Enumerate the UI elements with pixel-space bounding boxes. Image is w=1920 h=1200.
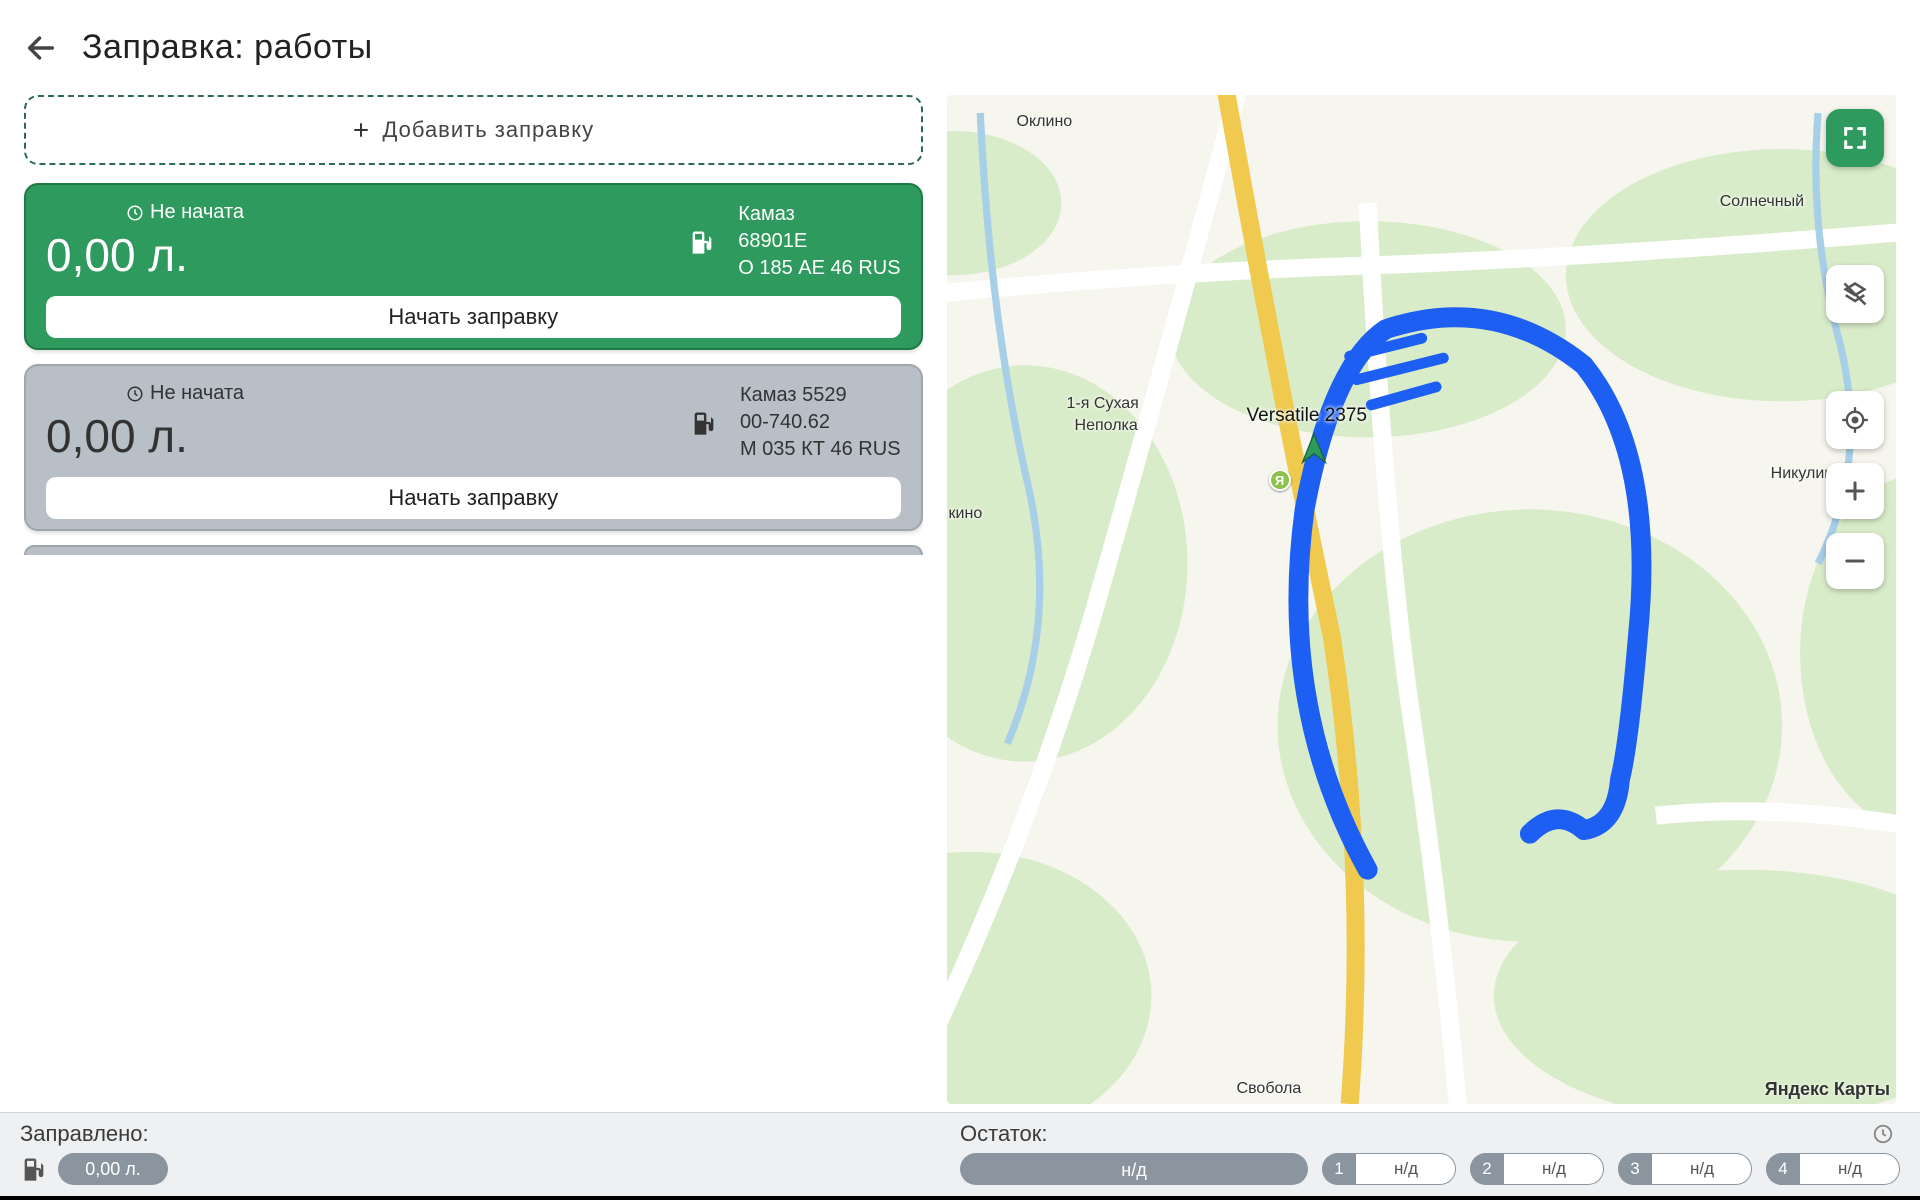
map-place-label: кино xyxy=(949,505,983,523)
clock-icon[interactable] xyxy=(1872,1123,1894,1145)
cards-list: Не начата 0,00 л. Камаз 68901E О 185 АЕ … xyxy=(24,183,923,555)
card-status-text: Не начата xyxy=(150,201,244,224)
footer-left-label: Заправлено: xyxy=(20,1121,960,1147)
map-place-label: Оклино xyxy=(1017,113,1073,131)
card-peek xyxy=(24,545,923,555)
tank-chip-num: 1 xyxy=(1322,1153,1356,1185)
vehicle-info: Камаз 68901E О 185 АЕ 46 RUS xyxy=(738,201,900,282)
clock-icon xyxy=(126,204,144,222)
vehicle-arrow-icon xyxy=(1297,431,1331,465)
route-toggle-button[interactable] xyxy=(1826,265,1884,323)
plus-icon xyxy=(352,121,370,139)
vehicle-line: 00-740.62 xyxy=(740,409,901,436)
card-volume: 0,00 л. xyxy=(46,228,244,282)
footer-right-label: Остаток: xyxy=(960,1121,1048,1147)
main: Добавить заправку Не начата 0,00 л. xyxy=(0,85,1920,1112)
start-fueling-label: Начать заправку xyxy=(388,485,558,511)
route-off-icon xyxy=(1841,280,1869,308)
map-place-label: 1-я Сухая xyxy=(1067,395,1139,413)
locate-button[interactable] xyxy=(1826,391,1884,449)
card-status: Не начата xyxy=(126,382,244,405)
fueling-card[interactable]: Не начата 0,00 л. Камаз 68901E О 185 АЕ … xyxy=(24,183,923,350)
remainder-pill: н/д xyxy=(960,1153,1308,1185)
fuel-pump-icon xyxy=(20,1155,48,1183)
add-fueling-button[interactable]: Добавить заправку xyxy=(24,95,923,165)
map-attribution: Яндекс Карты xyxy=(1765,1079,1890,1100)
vehicle-line: Камаз xyxy=(738,201,900,228)
zoom-in-button[interactable] xyxy=(1826,463,1884,519)
tank-chip: 2 н/д xyxy=(1470,1153,1604,1185)
fuel-total-pill: 0,00 л. xyxy=(58,1153,168,1185)
tank-chip: 4 н/д xyxy=(1766,1153,1900,1185)
start-fueling-button[interactable]: Начать заправку xyxy=(46,296,901,338)
header: Заправка: работы xyxy=(0,0,1920,85)
tank-chip: 1 н/д xyxy=(1322,1153,1456,1185)
vehicle-line: Камаз 5529 xyxy=(740,382,901,409)
minus-icon xyxy=(1841,547,1869,575)
map-place-label: Солнечный xyxy=(1720,193,1804,211)
tank-chip: 3 н/д xyxy=(1618,1153,1752,1185)
card-status-text: Не начата xyxy=(150,382,244,405)
start-fueling-label: Начать заправку xyxy=(388,304,558,330)
vehicle-line: О 185 АЕ 46 RUS xyxy=(738,255,900,282)
yandex-badge-icon: Я xyxy=(1269,469,1291,491)
zoom-out-button[interactable] xyxy=(1826,533,1884,589)
fueling-card[interactable]: Не начата 0,00 л. Камаз 5529 00-740.62 М… xyxy=(24,364,923,531)
vehicle-marker-label: Versatile 2375 xyxy=(1247,405,1367,427)
fuel-pump-icon xyxy=(690,409,718,437)
map-place-label: Неполка xyxy=(1075,417,1138,435)
card-status: Не начата xyxy=(126,201,244,224)
plus-icon xyxy=(1841,477,1869,505)
add-fueling-label: Добавить заправку xyxy=(382,117,594,143)
left-column: Добавить заправку Не начата 0,00 л. xyxy=(24,95,923,1104)
tank-chip-num: 3 xyxy=(1618,1153,1652,1185)
crosshair-icon xyxy=(1841,406,1869,434)
vehicle-info: Камаз 5529 00-740.62 М 035 КТ 46 RUS xyxy=(740,382,901,463)
tank-chip-val: н/д xyxy=(1504,1153,1604,1185)
tank-chip-val: н/д xyxy=(1800,1153,1900,1185)
map-place-label: Свобола xyxy=(1237,1080,1302,1098)
vehicle-line: М 035 КТ 46 RUS xyxy=(740,436,901,463)
fuel-pump-icon xyxy=(688,228,716,256)
tank-chip-num: 2 xyxy=(1470,1153,1504,1185)
tank-chip-num: 4 xyxy=(1766,1153,1800,1185)
map-background xyxy=(947,95,1896,1104)
fullscreen-button[interactable] xyxy=(1826,109,1884,167)
tank-chip-val: н/д xyxy=(1356,1153,1456,1185)
footer: Заправлено: 0,00 л. Остаток: н/д 1 н/д 2… xyxy=(0,1112,1920,1200)
start-fueling-button[interactable]: Начать заправку xyxy=(46,477,901,519)
clock-icon xyxy=(126,385,144,403)
map-controls xyxy=(1826,109,1884,589)
map[interactable]: Оклино Солнечный 1-я Сухая Неполка Никул… xyxy=(947,95,1896,1104)
page-title: Заправка: работы xyxy=(82,28,373,67)
tank-chip-val: н/д xyxy=(1652,1153,1752,1185)
vehicle-line: 68901E xyxy=(738,228,900,255)
card-volume: 0,00 л. xyxy=(46,409,244,463)
back-arrow-icon[interactable] xyxy=(24,31,58,65)
fullscreen-icon xyxy=(1841,124,1869,152)
